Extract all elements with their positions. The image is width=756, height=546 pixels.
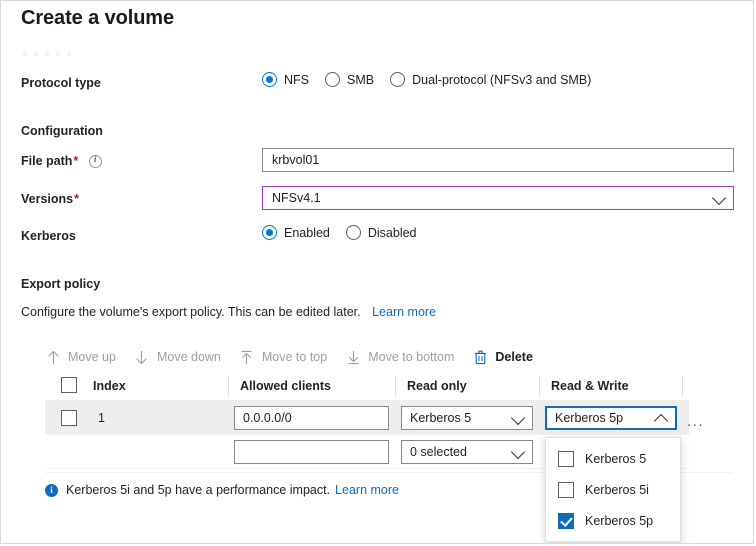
read-only-value-new: 0 selected: [410, 445, 467, 459]
allowed-clients-value: 0.0.0.0/0: [243, 411, 292, 425]
radio-smb-icon[interactable]: [325, 72, 340, 87]
radio-option-enabled[interactable]: Enabled: [262, 225, 330, 240]
column-header-index: Index: [93, 379, 126, 393]
create-volume-panel: Create a volume Protocol type NFS SMB Du…: [0, 0, 754, 544]
kerberos-note-text: Kerberos 5i and 5p have a performance im…: [66, 483, 330, 497]
read-only-value: Kerberos 5: [410, 411, 471, 425]
column-header-allowed-clients: Allowed clients: [240, 379, 331, 393]
radio-option-nfs[interactable]: NFS: [262, 72, 309, 87]
read-write-value: Kerberos 5p: [555, 411, 623, 425]
column-divider: [395, 376, 396, 396]
column-divider: [228, 376, 229, 396]
radio-option-disabled[interactable]: Disabled: [346, 225, 417, 240]
table-row[interactable]: 1 0.0.0.0/0 Kerberos 5 Kerberos 5p ...: [45, 401, 689, 435]
read-only-dropdown[interactable]: Kerberos 5: [401, 406, 533, 430]
select-all-checkbox[interactable]: [61, 377, 77, 393]
row-select-checkbox[interactable]: [61, 410, 77, 426]
option-checkbox[interactable]: [558, 513, 574, 529]
decorative-dots: [23, 52, 71, 56]
trash-icon: [472, 350, 488, 365]
move-to-top-label: Move to top: [262, 350, 327, 364]
radio-nfs-label: NFS: [284, 73, 309, 87]
versions-required-marker: *: [74, 192, 79, 206]
kerberos-radio-group[interactable]: Enabled Disabled: [262, 225, 433, 240]
move-to-bottom-button[interactable]: Move to bottom: [345, 350, 454, 365]
versions-label-text: Versions: [21, 192, 73, 206]
arrow-up-icon: [45, 350, 61, 365]
delete-label: Delete: [495, 350, 533, 364]
row-overflow-menu-button[interactable]: ...: [687, 414, 704, 429]
read-only-dropdown-new[interactable]: 0 selected: [401, 440, 533, 464]
delete-button[interactable]: Delete: [472, 350, 533, 365]
radio-dual-protocol-label: Dual-protocol (NFSv3 and SMB): [412, 73, 591, 87]
file-path-input[interactable]: krbvol01: [262, 148, 734, 172]
export-policy-description: Configure the volume's export policy. Th…: [21, 305, 436, 319]
radio-smb-label: SMB: [347, 73, 374, 87]
dropdown-option-label: Kerberos 5i: [585, 483, 649, 497]
kerberos-note-learn-more-link[interactable]: Learn more: [335, 483, 399, 497]
radio-nfs-icon[interactable]: [262, 72, 277, 87]
column-header-read-only: Read only: [407, 379, 467, 393]
arrow-to-top-icon: [239, 350, 255, 365]
radio-disabled-label: Disabled: [368, 226, 417, 240]
kerberos-performance-note: i Kerberos 5i and 5p have a performance …: [45, 483, 399, 497]
protocol-type-label: Protocol type: [21, 76, 101, 90]
read-write-dropdown[interactable]: Kerberos 5p: [545, 406, 677, 430]
radio-enabled-label: Enabled: [284, 226, 330, 240]
dropdown-option-label: Kerberos 5: [585, 452, 646, 466]
column-divider: [682, 376, 683, 396]
radio-enabled-icon[interactable]: [262, 225, 277, 240]
move-to-top-button[interactable]: Move to top: [239, 350, 327, 365]
table-header-row: Index Allowed clients Read only Read & W…: [45, 372, 689, 401]
chevron-down-icon[interactable]: [712, 191, 726, 205]
export-policy-description-text: Configure the volume's export policy. Th…: [21, 305, 361, 319]
file-path-label: File path*: [21, 154, 102, 168]
file-path-required-marker: *: [73, 154, 78, 168]
arrow-to-bottom-icon: [345, 350, 361, 365]
dropdown-option-label: Kerberos 5p: [585, 514, 653, 528]
read-write-dropdown-menu[interactable]: Kerberos 5 Kerberos 5i Kerberos 5p: [545, 437, 681, 542]
move-to-bottom-label: Move to bottom: [368, 350, 454, 364]
move-down-button[interactable]: Move down: [134, 350, 221, 365]
allowed-clients-input[interactable]: 0.0.0.0/0: [234, 406, 389, 430]
kerberos-label: Kerberos: [21, 229, 76, 243]
export-policy-toolbar: Move up Move down Move to top Move to bo…: [45, 344, 551, 370]
move-up-button[interactable]: Move up: [45, 350, 116, 365]
export-policy-learn-more-link[interactable]: Learn more: [372, 305, 436, 319]
protocol-type-radio-group[interactable]: NFS SMB Dual-protocol (NFSv3 and SMB): [262, 72, 607, 87]
option-checkbox[interactable]: [558, 451, 574, 467]
move-down-label: Move down: [157, 350, 221, 364]
versions-dropdown[interactable]: NFSv4.1: [262, 186, 734, 210]
page-title: Create a volume: [21, 7, 174, 30]
dropdown-option-kerberos-5p[interactable]: Kerberos 5p: [546, 505, 680, 536]
info-filled-icon: i: [45, 484, 58, 497]
versions-label: Versions*: [21, 192, 79, 206]
file-path-label-text: File path: [21, 154, 72, 168]
versions-value: NFSv4.1: [272, 191, 321, 205]
chevron-down-icon[interactable]: [511, 445, 525, 459]
dropdown-option-kerberos-5[interactable]: Kerberos 5: [546, 443, 680, 474]
allowed-clients-input-new[interactable]: [234, 440, 389, 464]
radio-dual-protocol-icon[interactable]: [390, 72, 405, 87]
radio-disabled-icon[interactable]: [346, 225, 361, 240]
column-header-read-write: Read & Write: [551, 379, 629, 393]
column-divider: [539, 376, 540, 396]
arrow-down-icon: [134, 350, 150, 365]
chevron-up-icon[interactable]: [654, 414, 668, 428]
radio-option-dual-protocol[interactable]: Dual-protocol (NFSv3 and SMB): [390, 72, 591, 87]
info-icon[interactable]: [89, 155, 102, 168]
dropdown-option-kerberos-5i[interactable]: Kerberos 5i: [546, 474, 680, 505]
export-policy-heading: Export policy: [21, 277, 100, 291]
move-up-label: Move up: [68, 350, 116, 364]
option-checkbox[interactable]: [558, 482, 574, 498]
chevron-down-icon[interactable]: [511, 411, 525, 425]
radio-option-smb[interactable]: SMB: [325, 72, 374, 87]
configuration-heading: Configuration: [21, 124, 103, 138]
file-path-value: krbvol01: [272, 153, 319, 167]
row-index-value: 1: [98, 411, 105, 425]
